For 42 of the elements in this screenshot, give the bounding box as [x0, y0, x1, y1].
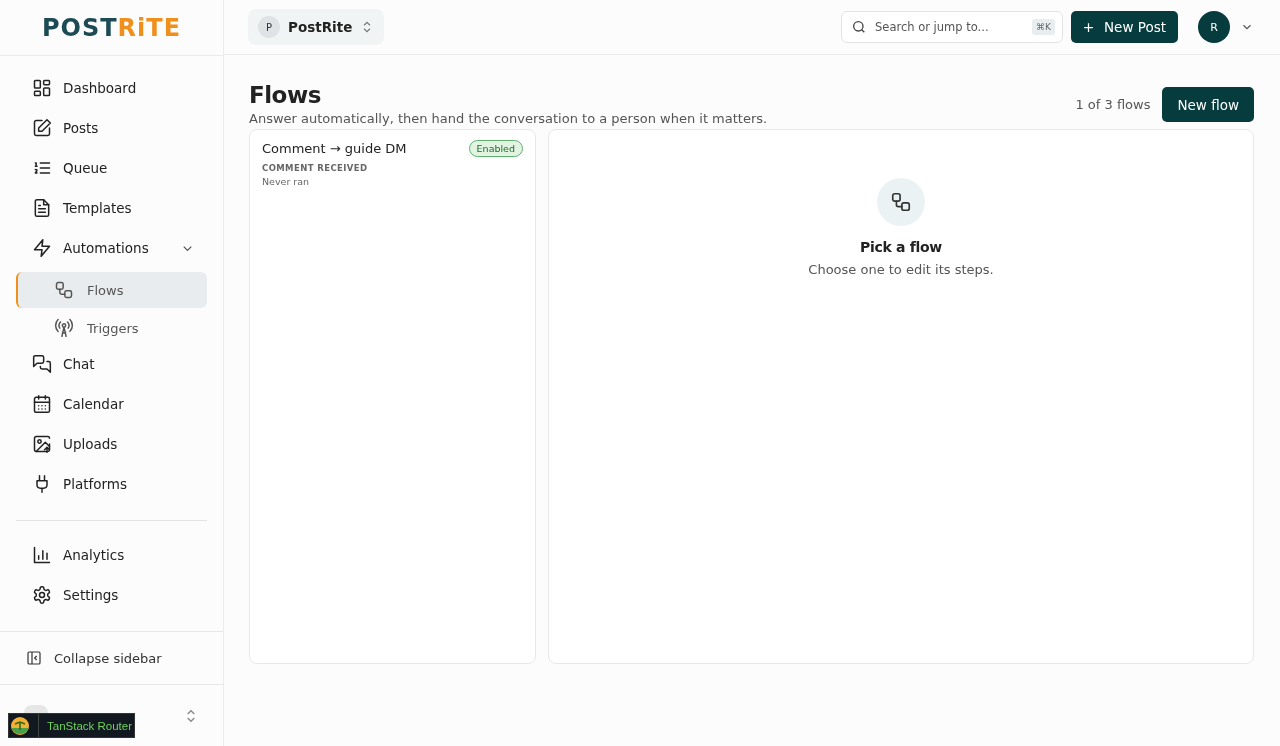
nav-item[interactable]: Automations — [16, 230, 207, 266]
panel-collapse-icon — [26, 650, 42, 666]
nav-item[interactable]: Triggers — [16, 310, 207, 346]
flow-count: 1 of 3 flows — [1075, 97, 1151, 112]
flow-item[interactable]: Comment → guide DM Enabled COMMENT RECEIVED Never ran — [250, 130, 535, 197]
nav-item[interactable]: Posts — [16, 110, 207, 146]
nav-item[interactable]: Analytics — [16, 537, 207, 573]
cal-icon — [32, 394, 52, 414]
empty-state-title: Pick a flow — [860, 239, 942, 255]
antenna-icon — [54, 318, 74, 338]
img-icon — [32, 434, 52, 454]
nav-item[interactable]: Chat — [16, 346, 207, 382]
nav-item[interactable]: Calendar — [16, 386, 207, 422]
bolt-icon — [32, 238, 52, 258]
shortcut-hint: ⌘K — [1032, 19, 1055, 35]
user-avatar[interactable]: R — [1198, 11, 1230, 43]
chat-icon — [32, 354, 52, 374]
edit-icon — [32, 118, 52, 138]
nav-item[interactable]: Dashboard — [16, 70, 207, 106]
logo: POSTRiTE — [41, 13, 182, 42]
workspace-switcher[interactable]: P PostRite — [248, 9, 385, 45]
status-badge: Enabled — [468, 140, 523, 157]
page-title: Flows — [249, 81, 322, 109]
search-icon — [851, 19, 867, 35]
nav-item[interactable]: Platforms — [16, 466, 207, 502]
nav-item[interactable]: Templates — [16, 190, 207, 226]
nav-item[interactable]: Queue — [16, 150, 207, 186]
workflow-icon — [54, 280, 74, 300]
grid-icon — [32, 78, 52, 98]
new-post-button[interactable]: New Post — [1071, 11, 1178, 43]
nav-item[interactable]: Uploads — [16, 426, 207, 462]
nav-item[interactable]: Flows — [16, 272, 207, 308]
page-subtitle: Answer automatically, then hand the conversation to a person when it matters. — [249, 111, 768, 126]
nav-item[interactable]: Settings — [16, 577, 207, 613]
settings-icon — [32, 585, 52, 605]
collapse-sidebar-button[interactable]: Collapse sidebar — [20, 646, 168, 670]
workflow-icon — [877, 178, 925, 226]
empty-state-text: Choose one to edit its steps. — [808, 262, 994, 277]
bar-chart-icon — [32, 545, 52, 565]
new-flow-button[interactable]: New flow — [1162, 87, 1254, 122]
doc-icon — [32, 198, 52, 218]
devtools-badge[interactable]: TanStack Router — [8, 713, 135, 738]
